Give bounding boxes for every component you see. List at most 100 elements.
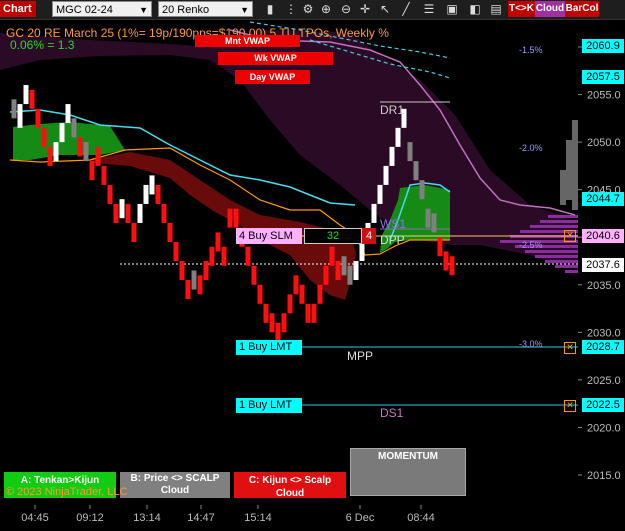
chart-subtitle: 0.06% = 1.3 — [10, 38, 75, 52]
time-tick-label: 08:44 — [407, 512, 435, 524]
instrument-value: MGC 02-24 — [56, 4, 113, 16]
zoom-in-icon[interactable]: ⊕ — [318, 1, 334, 17]
price-axis: 2015.02020.02025.02030.02035.02040.02045… — [578, 20, 625, 531]
renko-brick — [143, 184, 149, 204]
dr1-label: DR1 — [380, 103, 405, 117]
percent-label: -2.0% — [519, 143, 543, 153]
dpp-label: DPP — [380, 233, 405, 247]
cancel-order-icon[interactable]: ✕ — [564, 400, 576, 412]
red-cloud — [90, 152, 356, 300]
renko-brick — [263, 303, 269, 323]
copyright-text: © 2023 NinjaTrader, LLC — [6, 486, 128, 498]
chart-trader-icon[interactable]: ◧ — [467, 1, 483, 17]
renko-brick — [449, 256, 455, 276]
time-tick-label: 04:45 — [21, 512, 49, 524]
day-vwap-label: Day VWAP — [235, 70, 310, 84]
renko-brick — [197, 275, 203, 295]
buy-lmt-order-label[interactable]: 1 Buy LMT — [236, 398, 302, 413]
renko-brick — [191, 270, 197, 290]
renko-brick — [269, 313, 275, 333]
renko-brick — [17, 104, 23, 128]
price-scalp-button[interactable]: B: Price <> SCALP Cloud — [120, 472, 230, 498]
price-tick-label: 2025.0 — [587, 375, 621, 387]
renko-brick — [59, 123, 65, 143]
cursor-icon[interactable]: ↖ — [377, 1, 393, 17]
renko-brick — [275, 322, 281, 342]
renko-brick — [131, 222, 137, 242]
barcol-toggle-button[interactable]: BarCol — [565, 1, 599, 17]
buy-slm-qty[interactable]: 4 — [362, 228, 376, 244]
renko-brick — [29, 89, 35, 109]
price-badge: 2040.6 — [582, 229, 624, 243]
renko-brick — [89, 161, 95, 181]
renko-brick — [335, 261, 341, 281]
renko-brick — [305, 303, 311, 323]
renko-brick — [83, 142, 89, 162]
renko-brick — [209, 246, 215, 266]
buy-slm-ticks[interactable]: 32 — [304, 228, 362, 244]
renko-brick — [167, 222, 173, 242]
cancel-order-icon[interactable]: ✕ — [564, 342, 576, 354]
strategy-icon[interactable]: ⚙ — [300, 1, 316, 17]
bar-style-icon[interactable]: ▮ — [262, 1, 278, 17]
renko-brick — [317, 284, 323, 304]
indicators-icon[interactable]: ⋮ — [283, 1, 299, 17]
momentum-button[interactable]: MOMENTUM — [350, 448, 466, 496]
renko-brick — [323, 265, 329, 285]
renko-brick — [395, 127, 401, 147]
price-tick-label: 2050.0 — [587, 137, 621, 149]
renko-brick — [155, 184, 161, 204]
price-tick-label: 2055.0 — [587, 90, 621, 102]
renko-brick — [257, 284, 263, 304]
instrument-selector[interactable]: MGC 02-24 ▼ — [52, 1, 152, 17]
zoom-out-icon[interactable]: ⊖ — [338, 1, 354, 17]
price-badge: 2044.7 — [582, 192, 624, 206]
buy-lmt-order-label[interactable]: 1 Buy LMT — [236, 340, 302, 355]
renko-brick — [293, 275, 299, 295]
renko-brick — [65, 104, 71, 124]
chevron-down-icon: ▼ — [240, 5, 249, 15]
buy-slm-order-label[interactable]: 4 Buy SLM — [236, 228, 302, 244]
cancel-order-icon[interactable]: ✕ — [564, 230, 576, 242]
properties-icon[interactable]: ☰ — [421, 1, 437, 17]
renko-brick — [347, 265, 353, 285]
chart-toolbar: Chart MGC 02-24 ▼ 20 Renko ▼ ▮ ⋮ ⚙ ⊕ ⊖ ✛ ↖… — [0, 0, 625, 20]
time-tick-label: 13:14 — [133, 512, 161, 524]
renko-brick — [107, 184, 113, 204]
ws1-label: WS1 — [380, 217, 407, 231]
tk-toggle-button[interactable]: T<>K — [508, 1, 535, 17]
price-chart[interactable]: 2015.02020.02025.02030.02035.02040.02045… — [0, 20, 625, 531]
renko-brick — [287, 294, 293, 314]
renko-brick — [35, 108, 41, 128]
renko-brick — [185, 280, 191, 300]
renko-brick — [215, 232, 221, 252]
data-box-icon[interactable]: ▤ — [488, 1, 504, 17]
month-vwap-label: Mnt VWAP — [195, 35, 300, 47]
percent-label: -2.5% — [519, 240, 543, 250]
draw-line-icon[interactable]: ╱ — [398, 1, 414, 17]
renko-brick — [71, 118, 77, 138]
percent-label: -1.5% — [519, 45, 543, 55]
week-vwap-label: Wk VWAP — [218, 52, 333, 65]
time-axis: 04:45 09:12 13:14 14:47 15:14 6 Dec 08:44 — [21, 505, 435, 524]
renko-brick — [377, 184, 383, 204]
bar-type-selector[interactable]: 20 Renko ▼ — [158, 1, 253, 17]
chart-menu-button[interactable]: Chart — [0, 1, 36, 17]
renko-brick — [359, 241, 365, 261]
renko-brick — [53, 142, 59, 162]
current-price-badge: 2037.6 — [582, 258, 624, 272]
kijun-scalp-button[interactable]: C: Kijun <> Scalp Cloud — [234, 472, 346, 499]
renko-brick — [341, 256, 347, 276]
alert-icon[interactable]: ▣ — [444, 1, 460, 17]
cloud-toggle-button[interactable]: Cloud — [535, 1, 565, 17]
renko-brick — [299, 284, 305, 304]
renko-brick — [23, 85, 29, 105]
bar-type-value: 20 Renko — [162, 4, 210, 16]
renko-brick — [353, 261, 359, 281]
renko-brick — [125, 203, 131, 223]
renko-brick — [329, 246, 335, 266]
mpp-label: MPP — [347, 349, 374, 363]
time-tick-label: 15:14 — [244, 512, 272, 524]
crosshair-icon[interactable]: ✛ — [357, 1, 373, 17]
renko-brick — [443, 251, 449, 271]
